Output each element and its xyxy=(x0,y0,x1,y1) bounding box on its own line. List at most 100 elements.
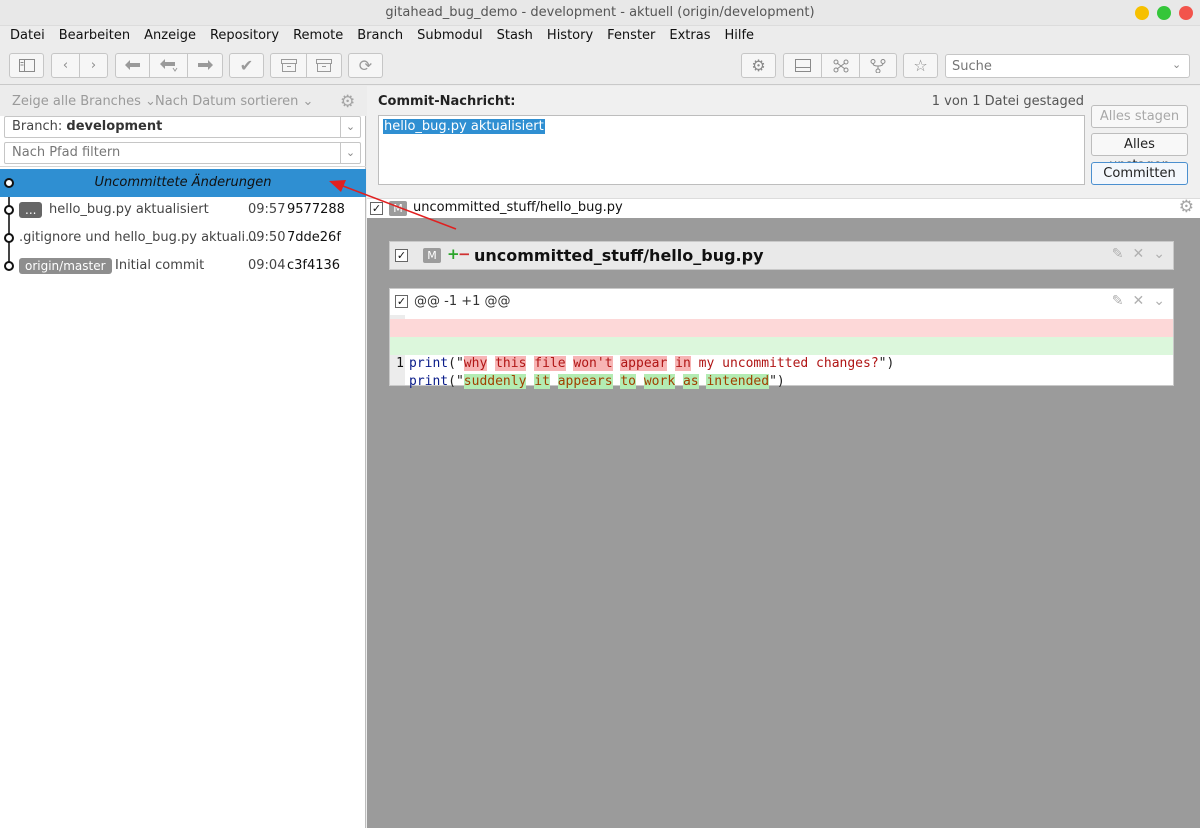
nav-group: ‹ › xyxy=(51,53,108,78)
checkmark-icon: ✔ xyxy=(239,56,254,75)
edit-icon[interactable]: ✎ xyxy=(1112,246,1124,262)
path-filter-input[interactable]: Nach Pfad filtern ⌄ xyxy=(4,142,361,164)
commit-hash: 7dde26f xyxy=(287,230,341,245)
discard-icon[interactable]: ✕ xyxy=(1133,293,1145,309)
diff-hunk: ✓ @@ -1 +1 @@ ✎ ✕ ⌄ 1 print("why this fi… xyxy=(389,288,1174,389)
code-word: this xyxy=(495,356,527,371)
menu-stash[interactable]: Stash xyxy=(490,26,540,46)
file-stage-checkbox[interactable]: ✓ xyxy=(370,202,383,215)
minus-icon: − xyxy=(458,245,471,263)
file-status-badge: M xyxy=(389,201,407,216)
unstage-all-button[interactable]: Alles unstagen xyxy=(1091,133,1188,173)
graph-button[interactable] xyxy=(822,54,860,77)
fetch-icon xyxy=(124,59,140,70)
commit-node xyxy=(4,233,14,243)
commit-message-text: hello_bug.py aktualisiert xyxy=(383,119,545,134)
diff-view: ✓ M + − uncommitted_stuff/hello_bug.py ✎… xyxy=(367,218,1200,828)
commit-row[interactable]: origin/master Initial commit 09:04 c3f41… xyxy=(0,252,366,280)
chevron-left-icon: ‹ xyxy=(62,58,69,73)
show-branches-dropdown[interactable]: Zeige alle Branches ⌄ xyxy=(12,94,156,109)
pull-button[interactable] xyxy=(150,54,188,77)
code: print("suddenly it appears to work as in… xyxy=(409,373,785,391)
file-stage-checkbox[interactable]: ✓ xyxy=(395,249,408,262)
branch-button[interactable] xyxy=(860,54,896,77)
terminal-icon xyxy=(794,59,811,72)
file-actions: ✎ ✕ ⌄ xyxy=(1112,246,1165,262)
menu-hilfe[interactable]: Hilfe xyxy=(717,26,761,46)
line-number: 1 xyxy=(396,356,404,371)
chevron-down-icon[interactable]: ⌄ xyxy=(340,143,360,163)
menu-bar: Datei Bearbeiten Anzeige Repository Remo… xyxy=(0,26,1200,46)
search-input[interactable] xyxy=(945,54,1190,78)
stage-all-button[interactable]: Alles stagen xyxy=(1091,105,1188,128)
maximize-button[interactable] xyxy=(1157,6,1171,20)
push-button[interactable] xyxy=(188,54,222,77)
code-word: work xyxy=(643,374,676,389)
code-word: it xyxy=(534,374,550,389)
gear-icon[interactable]: ⚙ xyxy=(1179,197,1194,217)
gear-icon[interactable]: ⚙ xyxy=(340,92,355,112)
ref-badge[interactable]: ... xyxy=(19,202,43,218)
commit-button[interactable]: Committen xyxy=(1091,162,1188,185)
branch-select[interactable]: Branch: development ⌄ xyxy=(4,116,361,138)
stash-pop-button[interactable] xyxy=(307,54,341,77)
archive-open-icon xyxy=(316,59,332,72)
window-controls xyxy=(1135,6,1193,20)
commit-row-uncommitted[interactable]: Uncommittete Änderungen xyxy=(0,169,366,197)
chevron-down-icon: ⌄ xyxy=(302,94,314,109)
stash-button[interactable] xyxy=(271,54,307,77)
close-window-button[interactable] xyxy=(1179,6,1193,20)
code-word: appear xyxy=(620,356,668,371)
commit-row[interactable]: ... hello_bug.py aktualisiert 09:57 9577… xyxy=(0,196,366,224)
stash-group xyxy=(270,53,342,78)
menu-branch[interactable]: Branch xyxy=(350,26,410,46)
commit-row[interactable]: .gitignore und hello_bug.py aktuali... 0… xyxy=(0,224,366,252)
menu-bearbeiten[interactable]: Bearbeiten xyxy=(52,26,137,46)
path-filter-placeholder: Nach Pfad filtern xyxy=(12,145,121,160)
toggle-sidebar-button[interactable] xyxy=(9,53,44,78)
menu-anzeige[interactable]: Anzeige xyxy=(137,26,203,46)
terminal-button[interactable] xyxy=(784,54,822,77)
ref-badge[interactable]: origin/master xyxy=(19,258,112,274)
code-word: as xyxy=(682,374,699,389)
code-word: appears xyxy=(557,374,613,389)
commit-node xyxy=(4,205,14,215)
menu-history[interactable]: History xyxy=(540,26,600,46)
chevron-down-icon[interactable]: ⌄ xyxy=(1153,246,1165,262)
menu-repository[interactable]: Repository xyxy=(203,26,286,46)
menu-remote[interactable]: Remote xyxy=(286,26,350,46)
hunk-range: @@ -1 +1 @@ xyxy=(414,294,511,309)
discard-icon[interactable]: ✕ xyxy=(1133,246,1145,262)
menu-datei[interactable]: Datei xyxy=(3,26,52,46)
star-icon: ☆ xyxy=(913,56,928,75)
code-function: print xyxy=(409,374,449,389)
code-word: won't xyxy=(573,356,613,371)
commit-hash: 9577288 xyxy=(287,202,345,217)
hunk-stage-checkbox[interactable]: ✓ xyxy=(395,295,408,308)
commit-message-input[interactable]: hello_bug.py aktualisiert xyxy=(378,115,1085,185)
edit-icon[interactable]: ✎ xyxy=(1112,293,1124,309)
chevron-down-icon[interactable]: ⌄ xyxy=(1153,293,1165,309)
commit-list-options: Zeige alle Branches ⌄ Nach Datum sortier… xyxy=(0,86,366,116)
menu-extras[interactable]: Extras xyxy=(662,26,717,46)
commit-button-toolbar[interactable]: ✔ xyxy=(229,53,264,78)
commit-message: .gitignore und hello_bug.py aktuali... xyxy=(19,230,258,245)
code: print("why this file won't appear in my … xyxy=(409,355,894,373)
star-button[interactable]: ☆ xyxy=(903,53,938,78)
gear-icon: ⚙ xyxy=(751,56,766,75)
refresh-button[interactable]: ⟳ xyxy=(348,53,383,78)
chevron-down-icon[interactable]: ⌄ xyxy=(340,117,360,137)
fetch-button[interactable] xyxy=(116,54,150,77)
sort-dropdown[interactable]: Nach Datum sortieren ⌄ xyxy=(155,94,313,109)
back-button[interactable]: ‹ xyxy=(52,54,80,77)
minimize-button[interactable] xyxy=(1135,6,1149,20)
file-list-item[interactable]: ✓ M uncommitted_stuff/hello_bug.py ⚙ xyxy=(367,197,1200,218)
chevron-down-icon[interactable]: ⌄ xyxy=(1172,58,1181,71)
settings-button[interactable]: ⚙ xyxy=(741,53,776,78)
menu-submodul[interactable]: Submodul xyxy=(410,26,489,46)
commit-node xyxy=(4,261,14,271)
forward-button[interactable]: › xyxy=(80,54,107,77)
menu-fenster[interactable]: Fenster xyxy=(600,26,662,46)
diff-line-added: 1 print("suddenly it appears to work as … xyxy=(390,337,1173,389)
code-word: file xyxy=(534,356,566,371)
